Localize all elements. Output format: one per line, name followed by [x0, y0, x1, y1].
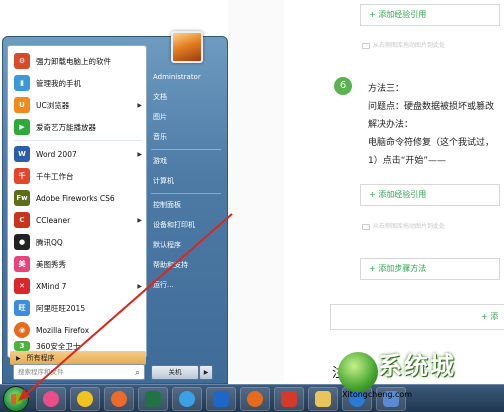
- taskbar-app-3[interactable]: [104, 387, 134, 411]
- taskbar-app-7[interactable]: [240, 387, 270, 411]
- start-item-control-panel[interactable]: 控制面板: [149, 197, 225, 213]
- menu-item-uc-browser[interactable]: U UC浏览器 ▶: [10, 94, 146, 116]
- start-item-help-support[interactable]: 帮助和支持: [149, 257, 225, 273]
- menu-divider: [14, 140, 142, 141]
- start-item-documents[interactable]: 文档: [149, 89, 225, 105]
- start-search-input[interactable]: 搜索程序和文件 ⌕: [13, 364, 145, 380]
- qianniu-icon: 千: [14, 168, 30, 184]
- add-section-button[interactable]: + 添: [330, 304, 504, 330]
- start-menu-programs-pane: ⚙ 强力卸载电脑上的软件 ▮ 管理我的手机 U UC浏览器 ▶ ▶ 爱奇艺万能播…: [7, 45, 147, 365]
- qq-icon: ●: [14, 234, 30, 250]
- red-app-icon: [281, 391, 297, 407]
- add-experience-ref-button[interactable]: + 添加经验引用: [360, 4, 500, 26]
- ccleaner-icon: C: [14, 212, 30, 228]
- fireworks-icon: Fw: [14, 190, 30, 206]
- start-item-pictures[interactable]: 图片: [149, 109, 225, 125]
- taskbar-app-1[interactable]: [36, 387, 66, 411]
- uc-browser-icon: U: [14, 97, 30, 113]
- iqiyi-player-icon: ▶: [14, 119, 30, 135]
- menu-item-qianniu[interactable]: 千 千牛工作台: [10, 165, 146, 187]
- uninstaller-icon: ⚙: [14, 53, 30, 69]
- shutdown-options-button[interactable]: ▶: [199, 365, 213, 380]
- image-drop-caption-2: 从右侧图库拖动图片到此处: [362, 221, 445, 230]
- taskbar-app-6[interactable]: [206, 387, 236, 411]
- start-item-default-programs[interactable]: 默认程序: [149, 237, 225, 253]
- menu-item-xmind[interactable]: ✕ XMind 7 ▶: [10, 275, 146, 297]
- menu-item-ccleaner[interactable]: C CCleaner ▶: [10, 209, 146, 231]
- camera-icon: [362, 223, 370, 230]
- start-item-music[interactable]: 音乐: [149, 129, 225, 145]
- step-line-1: 方法三：: [368, 84, 405, 94]
- 360-safe-icon: 3: [14, 341, 30, 351]
- firefox-icon: ◉: [14, 322, 30, 338]
- browser-app-icon: [77, 391, 93, 407]
- menu-item-360-safe[interactable]: 3 360安全卫士: [10, 341, 146, 351]
- start-right-divider: [151, 149, 221, 150]
- watermark-ball-icon: [338, 352, 378, 392]
- start-button[interactable]: [3, 386, 29, 412]
- menu-item-aliwangwang[interactable]: 旺 阿里旺旺2015: [10, 297, 146, 319]
- infinity-app-icon: [213, 391, 229, 407]
- user-avatar[interactable]: [171, 31, 203, 63]
- firefox-app-icon: [247, 391, 263, 407]
- taskbar-app-8[interactable]: [274, 387, 304, 411]
- submenu-arrow-icon: ▶: [137, 216, 142, 224]
- excel-app-icon: [145, 391, 161, 407]
- menu-item-word[interactable]: W Word 2007 ▶: [10, 143, 146, 165]
- taskbar-app-4[interactable]: [138, 387, 168, 411]
- folder-app-icon: [315, 391, 331, 407]
- submenu-arrow-icon: ▶: [137, 282, 142, 290]
- menu-item-uninstaller[interactable]: ⚙ 强力卸载电脑上的软件: [10, 50, 146, 72]
- start-item-devices-printers[interactable]: 设备和打印机: [149, 217, 225, 233]
- submenu-arrow-icon: ▶: [137, 150, 142, 158]
- start-menu: ⚙ 强力卸载电脑上的软件 ▮ 管理我的手机 U UC浏览器 ▶ ▶ 爱奇艺万能播…: [2, 31, 228, 384]
- xmind-icon: ✕: [14, 278, 30, 294]
- media-player-app-icon: [179, 391, 195, 407]
- menu-item-iqiyi[interactable]: ▶ 爱奇艺万能播放器: [10, 116, 146, 138]
- word-icon: W: [14, 146, 30, 162]
- add-experience-ref-button-2[interactable]: + 添加经验引用: [360, 184, 500, 206]
- start-item-games[interactable]: 游戏: [149, 153, 225, 169]
- menu-item-firefox[interactable]: ◉ Mozilla Firefox: [10, 319, 146, 341]
- step-line-4: 电脑命令符修复（这个我试过，: [368, 138, 495, 148]
- watermark-logo: 系统城 Xitongcheng.com: [338, 340, 498, 400]
- camera-icon: [362, 42, 370, 49]
- webpage-background: + 添加经验引用 从右侧图库拖动图片到此处 6 方法三： 问题点：硬盘数据被损坏…: [228, 0, 504, 382]
- windows-logo-icon: [11, 393, 21, 405]
- all-programs-button[interactable]: ▶ 所有程序: [10, 351, 146, 365]
- menu-item-qq[interactable]: ● 腾讯QQ: [10, 231, 146, 253]
- phone-manager-icon: ▮: [14, 75, 30, 91]
- menu-item-fireworks[interactable]: Fw Adobe Fireworks CS6: [10, 187, 146, 209]
- watermark-brand: 系统城: [378, 352, 456, 380]
- magnifier-icon: ⌕: [134, 368, 140, 378]
- start-item-run[interactable]: 运行...: [149, 277, 225, 293]
- submenu-arrow-icon: ▶: [137, 101, 142, 109]
- shutdown-button[interactable]: 关机: [151, 365, 199, 380]
- menu-item-meitu[interactable]: 美 美图秀秀: [10, 253, 146, 275]
- pinwheel-app-icon: [43, 391, 59, 407]
- taskbar-app-9[interactable]: [308, 387, 338, 411]
- step-line-3: 解决办法：: [368, 120, 414, 130]
- image-drop-caption: 从右侧图库拖动图片到此处: [362, 40, 445, 49]
- taskbar-app-2[interactable]: [70, 387, 100, 411]
- watermark-url: Xitongcheng.com: [342, 390, 413, 399]
- taskbar-app-5[interactable]: [172, 387, 202, 411]
- step-line-2: 问题点：硬盘数据被损坏或篡改: [368, 102, 495, 112]
- step-line-5: 1）点击“开始”——: [368, 156, 447, 166]
- colorful-app-icon: [111, 391, 127, 407]
- step-number-badge: 6: [334, 77, 352, 95]
- all-programs-arrow-icon: ▶: [16, 354, 21, 362]
- start-item-administrator[interactable]: Administrator: [149, 69, 225, 85]
- add-step-method-button[interactable]: + 添加步骤方法: [360, 258, 500, 280]
- start-right-divider: [151, 193, 221, 194]
- step-text: 方法三： 问题点：硬盘数据被损坏或篡改 解决办法： 电脑命令符修复（这个我试过，…: [368, 80, 504, 170]
- meitu-icon: 美: [14, 256, 30, 272]
- start-item-computer[interactable]: 计算机: [149, 173, 225, 189]
- web-sidebar: [228, 0, 284, 382]
- aliwangwang-icon: 旺: [14, 300, 30, 316]
- menu-item-phone-manager[interactable]: ▮ 管理我的手机: [10, 72, 146, 94]
